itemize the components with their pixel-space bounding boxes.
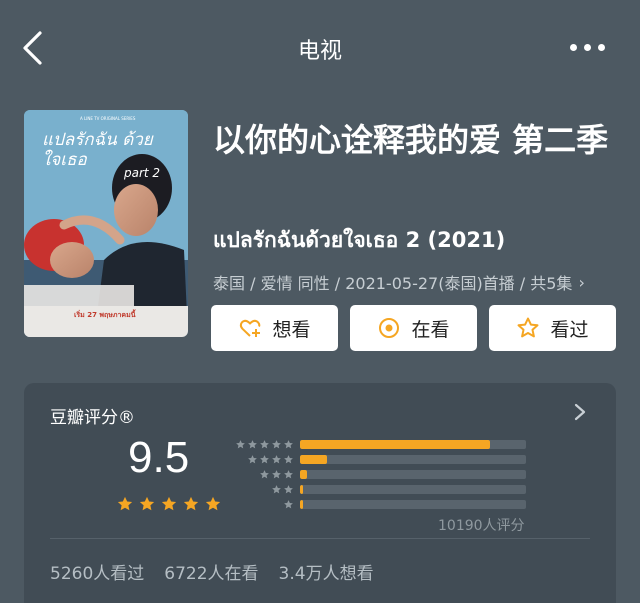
small-star-icon	[272, 440, 281, 449]
rating-heading: 豆瓣评分®	[50, 408, 135, 428]
rating-bar-track	[300, 440, 526, 449]
rating-bar-fill	[300, 440, 490, 449]
want-to-watch-label: 想看	[272, 318, 311, 341]
rating-distribution	[230, 437, 526, 512]
poster-image[interactable]: A LINE TV ORIGINAL SERIES แปลรักฉัน ด้วย…	[24, 110, 188, 337]
rating-bar-track	[300, 500, 526, 509]
rating-bar-stars	[230, 469, 294, 480]
chevron-right-icon: ›	[578, 272, 585, 292]
show-title: 以你的心诠释我的爱 第二季	[213, 121, 609, 159]
show-meta-text: 泰国 / 爱情 同性 / 2021-05-27(泰国)首播 / 共5集	[213, 274, 573, 293]
rating-bar-row-1	[230, 497, 526, 512]
watched-count[interactable]: 5260人看过	[50, 559, 144, 584]
circle-dot-icon	[379, 318, 400, 338]
poster-logo-text: แปลรักฉัน ด้วยใจเธอ	[42, 130, 153, 170]
rating-bar-stars	[230, 499, 294, 510]
rating-bar-row-4	[230, 452, 526, 467]
rating-bar-track	[300, 485, 526, 494]
rating-bar-stars	[230, 439, 294, 450]
star-icon	[161, 496, 177, 511]
rating-stars	[116, 495, 222, 513]
small-star-icon	[272, 485, 281, 494]
rating-bar-track	[300, 455, 526, 464]
watching-label: 在看	[411, 318, 450, 341]
small-star-icon	[284, 455, 293, 464]
rating-bar-fill	[300, 470, 307, 479]
show-meta[interactable]: 泰国 / 爱情 同性 / 2021-05-27(泰国)首播 / 共5集 ›	[213, 270, 613, 294]
small-star-icon	[272, 470, 281, 479]
rating-count: 10190人评分	[438, 518, 525, 534]
small-star-icon	[260, 440, 269, 449]
small-star-icon	[284, 470, 293, 479]
poster-part-text: part 2	[124, 166, 161, 180]
small-star-icon	[272, 455, 281, 464]
small-star-icon	[236, 440, 245, 449]
rating-score: 9.5	[128, 433, 190, 482]
watch-stats: 5260人看过 6722人在看 3.4万人想看	[50, 559, 374, 584]
rating-card[interactable]: 豆瓣评分® 9.5 10190人评分 5260人看过 6722人在看 3.4万人…	[24, 383, 616, 603]
more-options-icon[interactable]	[570, 38, 606, 56]
star-icon	[183, 496, 199, 511]
chevron-right-icon[interactable]	[570, 397, 590, 427]
small-star-icon	[284, 485, 293, 494]
rating-bar-fill	[300, 455, 328, 464]
heart-plus-icon	[240, 319, 261, 337]
poster-date-text: เริ่ม 27 พฤษภาคมนี้	[74, 311, 136, 319]
watched-button[interactable]: 看过	[489, 305, 616, 351]
rating-bar-track	[300, 470, 526, 479]
rating-bar-row-5	[230, 437, 526, 452]
poster-tagline: A LINE TV ORIGINAL SERIES	[80, 116, 136, 121]
rating-bar-row-2	[230, 482, 526, 497]
star-outline-icon	[517, 317, 539, 338]
top-bar: 电视	[0, 0, 640, 95]
rating-bar-row-3	[230, 467, 526, 482]
star-icon	[139, 496, 155, 511]
rating-bar-stars	[230, 454, 294, 465]
want-to-watch-button[interactable]: 想看	[211, 305, 338, 351]
action-buttons: 想看 在看 看过	[211, 305, 616, 351]
small-star-icon	[248, 455, 257, 464]
rating-bar-fill	[300, 500, 303, 509]
star-icon	[117, 496, 133, 511]
original-title: แปลรักฉันด้วยใจเธอ 2 (2021)	[213, 228, 506, 252]
watched-label: 看过	[550, 318, 589, 341]
small-star-icon	[284, 500, 293, 509]
small-star-icon	[260, 455, 269, 464]
rating-bar-stars	[230, 484, 294, 495]
small-star-icon	[260, 470, 269, 479]
watching-button[interactable]: 在看	[350, 305, 477, 351]
rating-bar-fill	[300, 485, 303, 494]
small-star-icon	[284, 440, 293, 449]
small-star-icon	[248, 440, 257, 449]
wish-count[interactable]: 3.4万人想看	[279, 559, 374, 584]
divider	[50, 538, 590, 539]
nav-title: 电视	[297, 39, 342, 64]
watching-count[interactable]: 6722人在看	[164, 559, 258, 584]
star-icon	[205, 496, 221, 511]
